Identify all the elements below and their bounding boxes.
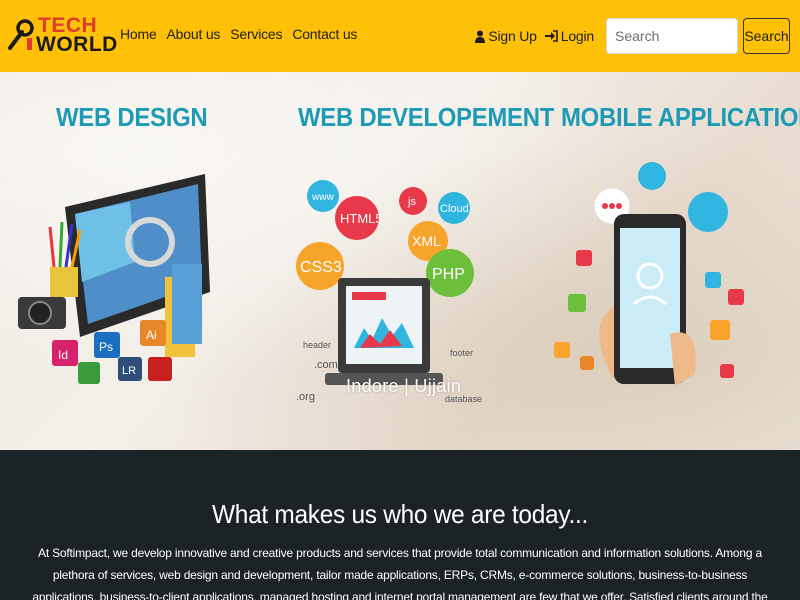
svg-text:LR: LR	[122, 365, 136, 377]
hero-title-web-design: WEB DESIGN	[56, 102, 208, 132]
auth-links: Sign Up Login	[467, 28, 594, 44]
brand-logo[interactable]: TECH WORLD	[6, 14, 117, 60]
about-section: What makes us who we are today... At Sof…	[0, 450, 800, 600]
music-icon	[728, 289, 744, 305]
svg-text:XML: XML	[412, 233, 441, 249]
login-link[interactable]: Login	[544, 28, 594, 44]
adobe-dreamweaver-icon	[78, 362, 100, 384]
hero-title-web-development: WEB DEVELOPEMENT	[298, 102, 555, 132]
nav-services[interactable]: Services	[230, 26, 282, 42]
svg-text:.org: .org	[296, 391, 315, 403]
navbar: TECH WORLD Home About us Services Contac…	[0, 0, 800, 72]
svg-text:www: www	[311, 192, 334, 203]
bulb-icon	[580, 356, 594, 370]
mobile-app-illustration	[554, 162, 744, 386]
adobe-indesign-icon: Id	[52, 340, 78, 366]
svg-text:CSS3: CSS3	[300, 259, 342, 276]
cart-icon	[720, 364, 734, 378]
search-app-icon	[554, 342, 570, 358]
svg-text:Cloud: Cloud	[440, 203, 469, 215]
adobe-photoshop-icon: Ps	[94, 332, 120, 358]
web-design-illustration: Id Ps Ai LR	[18, 174, 210, 384]
svg-text:js: js	[407, 196, 416, 208]
svg-text:footer: footer	[450, 348, 473, 358]
location-icon	[568, 294, 586, 312]
svg-text:Ps: Ps	[99, 340, 113, 354]
hero-banner: WEB DESIGN WEB DEVELOPEMENT MOBILE APPLI…	[0, 72, 800, 450]
main-nav: Home About us Services Contact us	[120, 26, 367, 42]
nav-home[interactable]: Home	[120, 26, 157, 42]
sign-in-icon	[544, 30, 558, 42]
about-body: At Softimpact, we develop innovative and…	[32, 546, 768, 600]
search-button[interactable]: Search	[743, 18, 790, 54]
login-label: Login	[560, 28, 594, 44]
signup-label: Sign Up	[488, 28, 537, 44]
nav-contact[interactable]: Contact us	[292, 26, 357, 42]
search-input[interactable]	[606, 18, 738, 54]
laptop-icon	[325, 278, 443, 385]
heart-icon	[576, 250, 592, 266]
wrench-icon	[8, 19, 34, 50]
svg-text:header: header	[303, 340, 331, 350]
megaphone-icon	[688, 192, 728, 232]
adobe-illustrator-icon: Ai	[140, 320, 166, 346]
svg-text:.com: .com	[314, 359, 338, 371]
svg-text:HTML5: HTML5	[340, 211, 383, 226]
smartphone-icon	[599, 214, 696, 386]
nav-about[interactable]: About us	[167, 26, 221, 42]
brand-line2: WORLD	[36, 33, 118, 56]
svg-text:Ai: Ai	[146, 328, 157, 342]
adobe-lightroom-icon: LR	[118, 357, 142, 381]
svg-text:Id: Id	[58, 348, 68, 362]
hero-title-mobile-application: MOBILE APPLICATION	[561, 102, 800, 132]
about-heading: What makes us who we are today...	[211, 499, 589, 529]
nav-right: Sign Up Login Search	[467, 0, 800, 72]
globe-icon	[705, 272, 721, 288]
camera-app-icon	[710, 320, 730, 340]
city-caption: Indore | Ujjain	[346, 376, 462, 396]
adobe-flash-icon	[148, 357, 172, 381]
svg-text:PHP: PHP	[432, 266, 465, 283]
user-icon	[475, 30, 486, 43]
signup-link[interactable]: Sign Up	[475, 28, 537, 44]
share-icon	[638, 162, 666, 190]
